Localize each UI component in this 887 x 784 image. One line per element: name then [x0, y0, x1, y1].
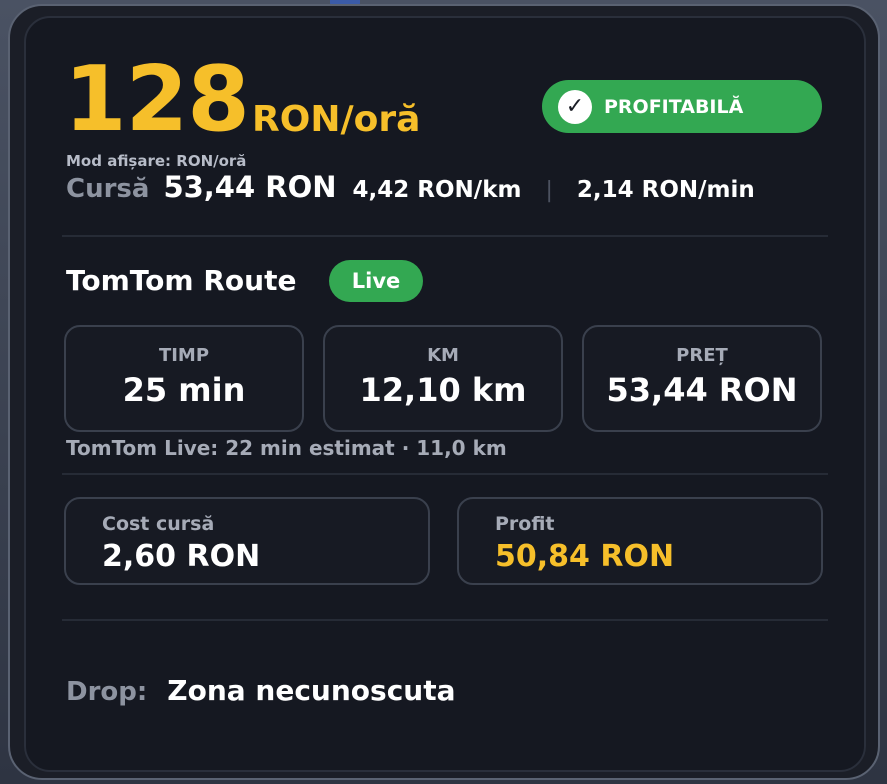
- trip-summary: Cursă 53,44 RON 4,42 RON/km | 2,14 RON/m…: [66, 170, 755, 206]
- drop-location: Drop: Zona necunoscuta: [66, 674, 456, 707]
- stat-label-time: TIMP: [158, 345, 210, 366]
- divider: [62, 473, 828, 475]
- profit-card: Profit 50,84 RON: [457, 497, 823, 585]
- cost-label: Cost cursă: [102, 513, 215, 535]
- trip-price: 53,44 RON: [163, 170, 337, 204]
- stat-label-distance: KM: [427, 345, 459, 366]
- drop-label: Drop:: [66, 677, 148, 707]
- trip-label: Cursă: [66, 174, 150, 204]
- checkmark-icon: ✓: [558, 89, 592, 124]
- cost-card: Cost cursă 2,60 RON: [64, 497, 430, 585]
- stat-value-distance: 12,10 km: [359, 371, 527, 409]
- profit-value: 50,84 RON: [495, 539, 675, 574]
- drop-value: Zona necunoscuta: [167, 674, 456, 707]
- display-mode-label: Mod afișare: RON/oră: [66, 152, 247, 170]
- tomtom-live-estimate: TomTom Live: 22 min estimat · 11,0 km: [66, 436, 507, 460]
- profitable-status-badge: ✓ PROFITABILĂ: [542, 80, 822, 133]
- stat-card-distance: KM 12,10 km: [323, 325, 563, 432]
- live-badge: Live: [329, 260, 423, 302]
- stat-card-time: TIMP 25 min: [64, 325, 304, 432]
- route-title: TomTom Route: [66, 264, 297, 297]
- divider: [62, 235, 828, 237]
- stat-label-price: PREȚ: [676, 345, 728, 366]
- trip-price-per-km: 4,42 RON/km: [352, 177, 522, 203]
- hourly-rate-value: 128: [64, 47, 250, 152]
- stat-value-price: 53,44 RON: [606, 371, 798, 409]
- status-badge-label: PROFITABILĂ: [604, 95, 744, 118]
- hourly-rate-unit: RON/oră: [252, 99, 421, 140]
- divider: [62, 619, 828, 621]
- trip-price-per-min: 2,14 RON/min: [576, 177, 755, 203]
- cost-value: 2,60 RON: [102, 539, 261, 574]
- stat-card-price: PREȚ 53,44 RON: [582, 325, 822, 432]
- stat-value-time: 25 min: [122, 371, 246, 409]
- trip-separator: |: [545, 178, 553, 203]
- profit-label: Profit: [495, 513, 555, 535]
